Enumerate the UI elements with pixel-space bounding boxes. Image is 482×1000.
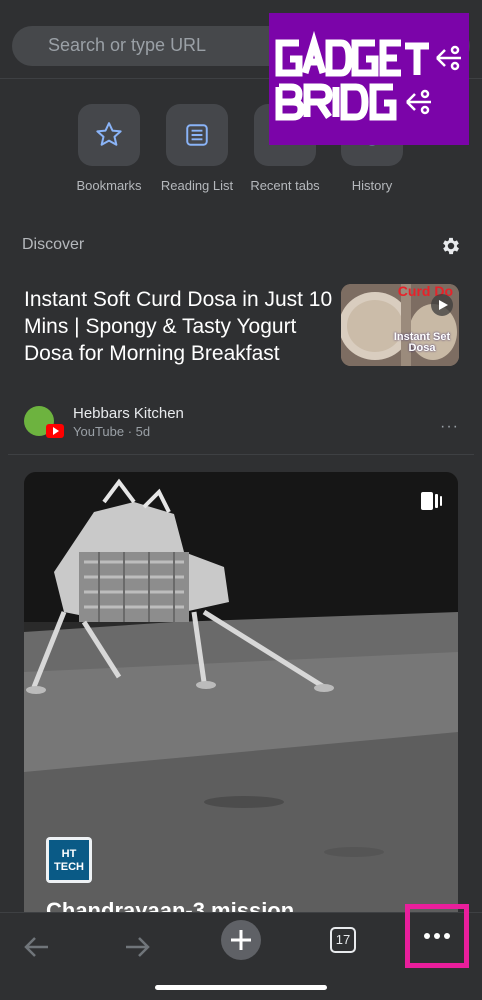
discover-article[interactable]: Instant Soft Curd Dosa in Just 10 Mins |…: [0, 278, 482, 454]
new-tab-button[interactable]: [221, 920, 261, 960]
more-horizontal-icon: [424, 933, 450, 939]
star-icon: [78, 104, 140, 166]
more-options-button[interactable]: ···: [440, 418, 459, 436]
plus-icon: [231, 930, 251, 950]
quick-link-label: Reading List: [160, 178, 234, 193]
thumbnail-text-bottom: Instant Set Dosa: [393, 331, 451, 354]
quick-link-reading-list[interactable]: Reading List: [152, 104, 242, 193]
card-title[interactable]: Chandrayaan-3 mission: [46, 898, 294, 912]
publisher-name: Hebbars Kitchen: [73, 405, 184, 422]
forward-button[interactable]: [116, 925, 160, 969]
discover-card[interactable]: HT TECH Chandrayaan-3 mission: [24, 472, 458, 912]
ht-tech-logo-text: HT TECH: [49, 840, 89, 880]
gear-icon[interactable]: [440, 235, 462, 257]
home-indicator: [155, 985, 327, 990]
quick-link-bookmarks[interactable]: Bookmarks: [64, 104, 154, 193]
quick-link-label: Bookmarks: [76, 178, 142, 193]
article-thumbnail[interactable]: Curd Do Instant Set Dosa: [341, 284, 459, 366]
divider: [8, 454, 474, 455]
list-icon: [166, 104, 228, 166]
forward-arrow-icon: [126, 937, 150, 957]
play-icon: [431, 294, 453, 316]
search-input[interactable]: [48, 35, 268, 56]
ht-tech-logo: HT TECH: [46, 837, 92, 883]
back-button[interactable]: [14, 925, 58, 969]
quick-link-label: History: [351, 178, 393, 193]
back-arrow-icon: [24, 937, 48, 957]
publisher-meta: YouTube · 5d: [73, 424, 151, 439]
gadget-bridge-watermark: [269, 13, 469, 145]
discover-heading: Discover: [22, 236, 85, 253]
tab-switcher-button[interactable]: 17: [330, 927, 356, 953]
youtube-icon: [46, 424, 64, 438]
article-title[interactable]: Instant Soft Curd Dosa in Just 10 Mins |…: [24, 286, 334, 367]
quick-link-label: Recent tabs: [250, 178, 320, 193]
menu-button[interactable]: [405, 904, 469, 968]
